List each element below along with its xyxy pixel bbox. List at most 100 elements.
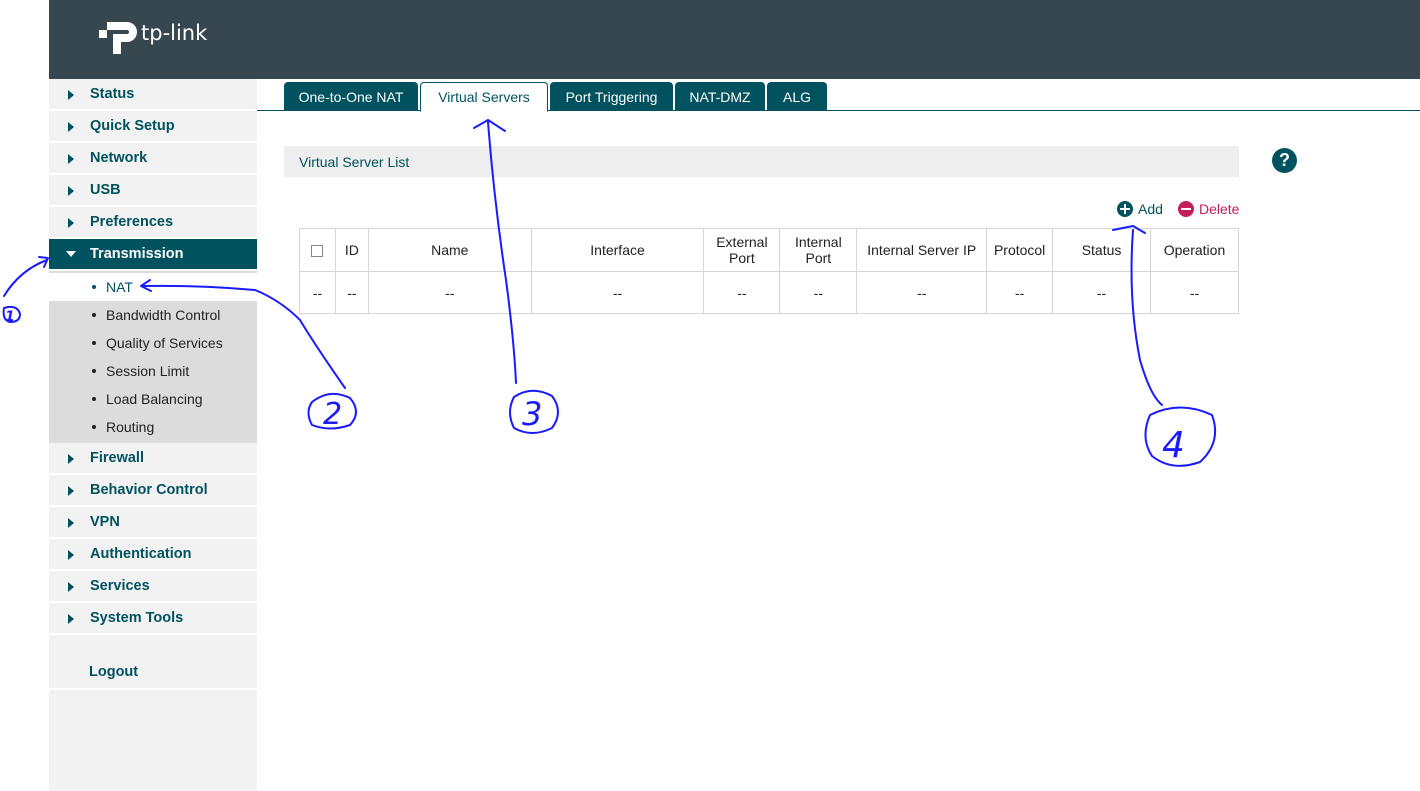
sidebar-item-label: System Tools [90,610,184,626]
submenu-item-label: Quality of Services [106,335,223,351]
brand-name: tp-link [141,21,208,45]
sidebar-item-transmission[interactable]: Transmission [49,239,257,271]
table-row: -- -- -- -- -- -- -- -- -- -- [299,271,1240,314]
select-all-cell [299,228,336,272]
tab-alg[interactable]: ALG [767,82,827,111]
minus-circle-icon [1178,201,1194,217]
column-header: Interface [530,228,705,272]
table-cell: -- [367,271,532,314]
tab-nat-dmz[interactable]: NAT-DMZ [675,82,765,111]
annotation-circle-1 [2,305,21,323]
header-line: Port [805,250,832,266]
sidebar-item-label: Status [90,86,135,102]
annotation-number-2: 2 [323,397,342,432]
annotation-number-3: 3 [522,395,542,433]
annotation-arrowhead-3 [473,119,506,132]
chevron-right-icon [68,186,74,196]
sidebar-item-vpn[interactable]: VPN [49,507,257,539]
sidebar-item-status[interactable]: Status [49,79,257,111]
tab-port-triggering[interactable]: Port Triggering [550,82,673,111]
sidebar-item-label: VPN [90,514,120,530]
sidebar-item-label: USB [90,182,121,198]
logout-link[interactable]: Logout [49,656,257,690]
add-label: Add [1138,201,1163,217]
app-root: tp-link Status Quick Setup Network USB P… [0,0,1420,791]
select-all-checkbox[interactable] [311,245,324,258]
header-line: Port [729,250,755,266]
submenu-item-nat[interactable]: NAT [49,273,257,301]
column-header-external-port: External Port [703,228,781,272]
sidebar-item-label: Authentication [90,546,192,562]
delete-button[interactable]: Delete [1178,200,1239,218]
chevron-right-icon [68,90,74,100]
submenu-item-label: Load Balancing [106,391,203,407]
table-cell: -- [530,271,705,314]
sidebar-item-preferences[interactable]: Preferences [49,207,257,239]
chevron-right-icon [68,518,74,528]
table-cell: -- [299,271,336,314]
header-line: External [716,234,768,250]
chevron-right-icon [68,454,74,464]
column-header: ID [334,228,369,272]
submenu-transmission: NAT Bandwidth Control Quality of Service… [49,271,257,443]
chevron-right-icon [68,218,74,228]
submenu-item-bandwidth-control[interactable]: Bandwidth Control [49,301,257,329]
sidebar-item-firewall[interactable]: Firewall [49,443,257,475]
submenu-item-quality-of-services[interactable]: Quality of Services [49,329,257,357]
table-header-row: ID Name Interface External Port Internal P… [299,228,1240,272]
chevron-right-icon [68,486,74,496]
sidebar-item-usb[interactable]: USB [49,175,257,207]
help-icon[interactable]: ? [1272,148,1297,173]
table-cell: -- [1052,271,1151,314]
virtual-server-table: ID Name Interface External Port Internal P… [299,228,1240,314]
tab-virtual-servers[interactable]: Virtual Servers [420,82,548,112]
table-cell: -- [334,271,369,314]
sidebar-item-label: Firewall [90,450,144,466]
column-header-internal-port: Internal Port [779,228,858,272]
column-header: Name [367,228,532,272]
panel-title: Virtual Server List [284,146,1239,177]
sidebar-item-label: Behavior Control [90,482,208,498]
submenu-item-session-limit[interactable]: Session Limit [49,357,257,385]
tab-one-to-one-nat[interactable]: One-to-One NAT [284,82,418,111]
brand-logo: tp-link [97,12,207,54]
annotation-arrowhead-1 [38,256,49,268]
submenu-item-load-balancing[interactable]: Load Balancing [49,385,257,413]
table-cell: -- [856,271,988,314]
annotation-arrow-1 [3,259,48,297]
tab-bar: One-to-One NAT Virtual Servers Port Trig… [257,79,1420,112]
sidebar-item-label: Quick Setup [90,118,175,134]
chevron-right-icon [68,550,74,560]
sidebar-item-network[interactable]: Network [49,143,257,175]
submenu-item-routing[interactable]: Routing [49,413,257,441]
sidebar-item-label: Transmission [90,246,184,262]
chevron-right-icon [68,614,74,624]
annotation-circle-2 [307,392,357,430]
sidebar-item-services[interactable]: Services [49,571,257,603]
header-line: Internal [794,234,842,250]
column-header: Internal Server IP [856,228,988,272]
annotation-number-1: 1 [5,309,15,325]
submenu-item-label: NAT [106,279,133,295]
sidebar-item-label: Preferences [90,214,174,230]
sidebar-item-label: Network [90,150,148,166]
sidebar-item-label: Services [90,578,150,594]
sidebar-item-system-tools[interactable]: System Tools [49,603,257,635]
sidebar-item-quick-setup[interactable]: Quick Setup [49,111,257,143]
sidebar-item-behavior-control[interactable]: Behavior Control [49,475,257,507]
delete-label: Delete [1199,201,1240,217]
table-cell: -- [703,271,781,314]
chevron-down-icon [66,251,76,257]
column-header: Operation [1149,228,1240,272]
submenu-item-label: Bandwidth Control [106,307,221,323]
table-cell: -- [1149,271,1240,314]
column-header: Status [1052,228,1151,272]
add-button[interactable]: Add [1117,200,1163,218]
annotation-circle-4 [1144,406,1216,467]
top-header: tp-link [49,0,1420,79]
table-cell: -- [986,271,1054,314]
column-header: Protocol [986,228,1054,272]
table-cell: -- [779,271,858,314]
sidebar: Status Quick Setup Network USB Preferenc… [49,79,257,791]
sidebar-item-authentication[interactable]: Authentication [49,539,257,571]
